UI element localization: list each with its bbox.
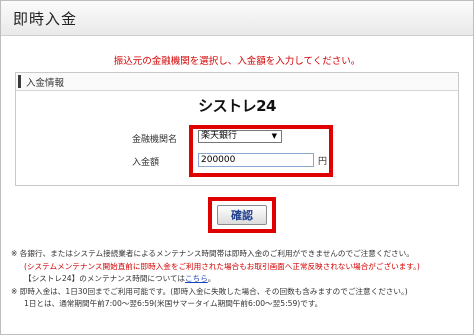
confirm-button[interactable]: 確認 xyxy=(217,205,267,225)
systrade24-logo: シストレ24 xyxy=(198,97,276,115)
instruction-text: 振込元の金融機関を選択し、入金額を入力してください。 xyxy=(113,56,361,67)
note-maintenance-link-line: 【シストレ24】のメンテナンス時間についてはこちら。 xyxy=(11,273,471,286)
amount-label: 入金額 xyxy=(132,158,160,168)
note-limit: ※ 即時入金は、1日30回までご利用可能です。(即時入金に失敗した場合、その回数… xyxy=(11,286,471,299)
page-title: 即時入金 xyxy=(13,10,78,28)
notes-section: ※ 各銀行、またはシステム接続業者によるメンテナンス時間帯は即時入金のご利用がで… xyxy=(11,248,471,311)
note-line-2: (システムメンテナンス開始直前に即時入金をご利用された場合もお取引画面へ正常反映… xyxy=(24,261,420,271)
panel-header: 入金情報 xyxy=(16,73,458,91)
note-maintenance: ※ 各銀行、またはシステム接続業者によるメンテナンス時間帯は即時入金のご利用がで… xyxy=(11,248,471,261)
maintenance-link[interactable]: こちら xyxy=(185,274,208,283)
note-line-1: 各銀行、またはシステム接続業者によるメンテナンス時間帯は即時入金のご利用ができま… xyxy=(19,249,414,258)
note-mark: ※ xyxy=(11,249,18,258)
title-bar: 即時入金 xyxy=(1,1,473,36)
panel-header-accent xyxy=(18,75,21,88)
input-highlight-frame xyxy=(189,125,333,177)
panel-header-label: 入金情報 xyxy=(26,78,65,89)
bank-label: 金融機関名 xyxy=(132,135,178,145)
note-line-4: 即時入金は、1日30回までご利用可能です。(即時入金に失敗した場合、その回数も含… xyxy=(19,286,408,296)
note-line-3-suffix: 。 xyxy=(207,274,216,283)
note-mark: ※ xyxy=(11,286,18,296)
note-line-5: 1日とは、通常期間午前7:00〜翌6:59(米国サマータイム期間午前6:00〜翌… xyxy=(24,299,323,308)
instant-deposit-page: 即時入金 振込元の金融機関を選択し、入金額を入力してください。 入金情報 シスト… xyxy=(0,0,474,335)
note-line-3-prefix: 【シストレ24】のメンテナンス時間については xyxy=(24,274,186,283)
